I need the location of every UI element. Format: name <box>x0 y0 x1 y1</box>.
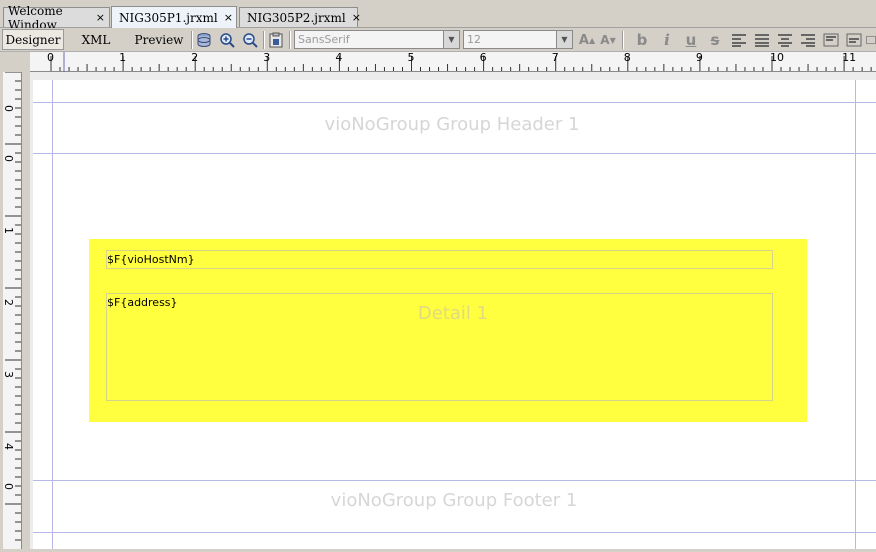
bold-button[interactable]: b <box>632 31 652 49</box>
underline-button[interactable]: u <box>681 31 701 49</box>
align-top-icon[interactable] <box>822 31 840 49</box>
align-bottom-icon[interactable] <box>866 31 876 49</box>
detail-band[interactable]: Detail 1 $F{vioHostNm} $F{address} <box>89 239 807 422</box>
font-size-value: 12 <box>467 33 481 46</box>
align-justify-icon[interactable] <box>753 31 771 49</box>
right-margin-guide <box>855 80 856 549</box>
ruler-label: 9 <box>695 51 703 64</box>
toolbar-separator <box>622 31 624 49</box>
chevron-down-icon[interactable]: ▼ <box>556 31 572 48</box>
host-name-field[interactable]: $F{vioHostNm} <box>106 250 773 269</box>
ruler-label: 10 <box>770 51 784 64</box>
italic-button[interactable]: i <box>657 31 677 49</box>
group-footer-label: vioNoGroup Group Footer 1 <box>330 490 578 511</box>
band-guide <box>33 153 876 154</box>
toolbar-separator <box>191 31 193 49</box>
ruler-label: 4 <box>335 51 343 64</box>
tab-designer[interactable]: Designer <box>2 29 64 50</box>
toolbar-separator <box>289 31 291 49</box>
host-name-expression: $F{vioHostNm} <box>107 253 195 266</box>
database-icon[interactable] <box>195 31 213 49</box>
decrease-font-icon[interactable]: A ▼ <box>598 31 618 49</box>
ruler-label: 3 <box>263 51 271 64</box>
tab-label: NIG305P1.jrxml <box>119 10 218 25</box>
horizontal-ruler-ticks <box>50 52 872 72</box>
zoom-in-icon[interactable] <box>218 31 236 49</box>
address-expression: $F{address} <box>107 296 178 309</box>
vertical-ruler[interactable]: 0 0 1 2 3 4 0 <box>0 71 30 549</box>
ruler-label: 3 <box>2 371 15 378</box>
close-icon[interactable]: × <box>224 11 233 24</box>
ruler-label: 0 <box>47 51 54 64</box>
font-size-select[interactable]: 12 ▼ <box>463 30 573 49</box>
ruler-label: 4 <box>2 443 15 450</box>
report-page[interactable]: vioNoGroup Group Header 1 Detail 1 $F{vi… <box>33 80 876 549</box>
address-field[interactable]: $F{address} <box>106 293 773 401</box>
band-guide <box>33 480 876 481</box>
tab-nig305p1[interactable]: NIG305P1.jrxml × <box>111 6 237 28</box>
tab-nig305p2[interactable]: NIG305P2.jrxml × <box>239 7 361 27</box>
group-header-label: vioNoGroup Group Header 1 <box>324 114 580 135</box>
editor-tab-bar: Welcome Window × NIG305P1.jrxml × NIG305… <box>0 0 876 32</box>
close-icon[interactable]: × <box>96 11 105 24</box>
ruler-label: 7 <box>551 51 559 64</box>
zoom-out-icon[interactable] <box>241 31 259 49</box>
designer-toolbar: Designer XML Preview SansSerif ▼ 12 ▼ A ▲… <box>0 28 876 52</box>
close-icon[interactable]: × <box>352 11 361 24</box>
tab-preview[interactable]: Preview <box>128 29 190 50</box>
ruler-label: 2 <box>2 299 15 306</box>
align-left-icon[interactable] <box>730 31 748 49</box>
strikethrough-button[interactable]: s <box>705 31 725 49</box>
tab-xml[interactable]: XML <box>66 29 126 50</box>
align-right-icon[interactable] <box>799 31 817 49</box>
paste-format-icon[interactable] <box>267 31 285 49</box>
ruler-label: 0 <box>2 105 15 112</box>
align-middle-icon[interactable] <box>845 31 863 49</box>
increase-font-icon[interactable]: A ▲ <box>577 31 597 49</box>
band-guide <box>33 102 876 103</box>
design-canvas[interactable]: vioNoGroup Group Header 1 Detail 1 $F{vi… <box>30 72 876 549</box>
ruler-label: 1 <box>119 51 127 64</box>
font-name-select[interactable]: SansSerif ▼ <box>294 30 460 49</box>
ruler-label: 0 <box>2 483 15 490</box>
font-name-value: SansSerif <box>298 33 350 46</box>
align-center-icon[interactable] <box>776 31 794 49</box>
chevron-down-icon[interactable]: ▼ <box>443 31 459 48</box>
ruler-label: 8 <box>623 51 631 64</box>
horizontal-ruler[interactable]: 0 1 2 3 4 5 6 7 8 9 10 11 <box>30 51 876 72</box>
band-guide <box>33 532 876 533</box>
ruler-corner <box>0 52 30 72</box>
vertical-ruler-strip <box>3 71 22 549</box>
ruler-label: 11 <box>842 51 857 64</box>
ruler-label: 0 <box>2 155 15 162</box>
ruler-label: 1 <box>2 227 15 234</box>
toolbar-separator <box>263 31 265 49</box>
vertical-ruler-ticks <box>5 71 21 541</box>
ruler-label: 2 <box>191 51 199 64</box>
ruler-label: 5 <box>407 51 415 64</box>
ruler-label: 6 <box>479 51 487 64</box>
tab-welcome-window[interactable]: Welcome Window × <box>3 4 110 32</box>
left-margin-guide <box>52 80 53 549</box>
tab-label: NIG305P2.jrxml <box>247 10 346 25</box>
